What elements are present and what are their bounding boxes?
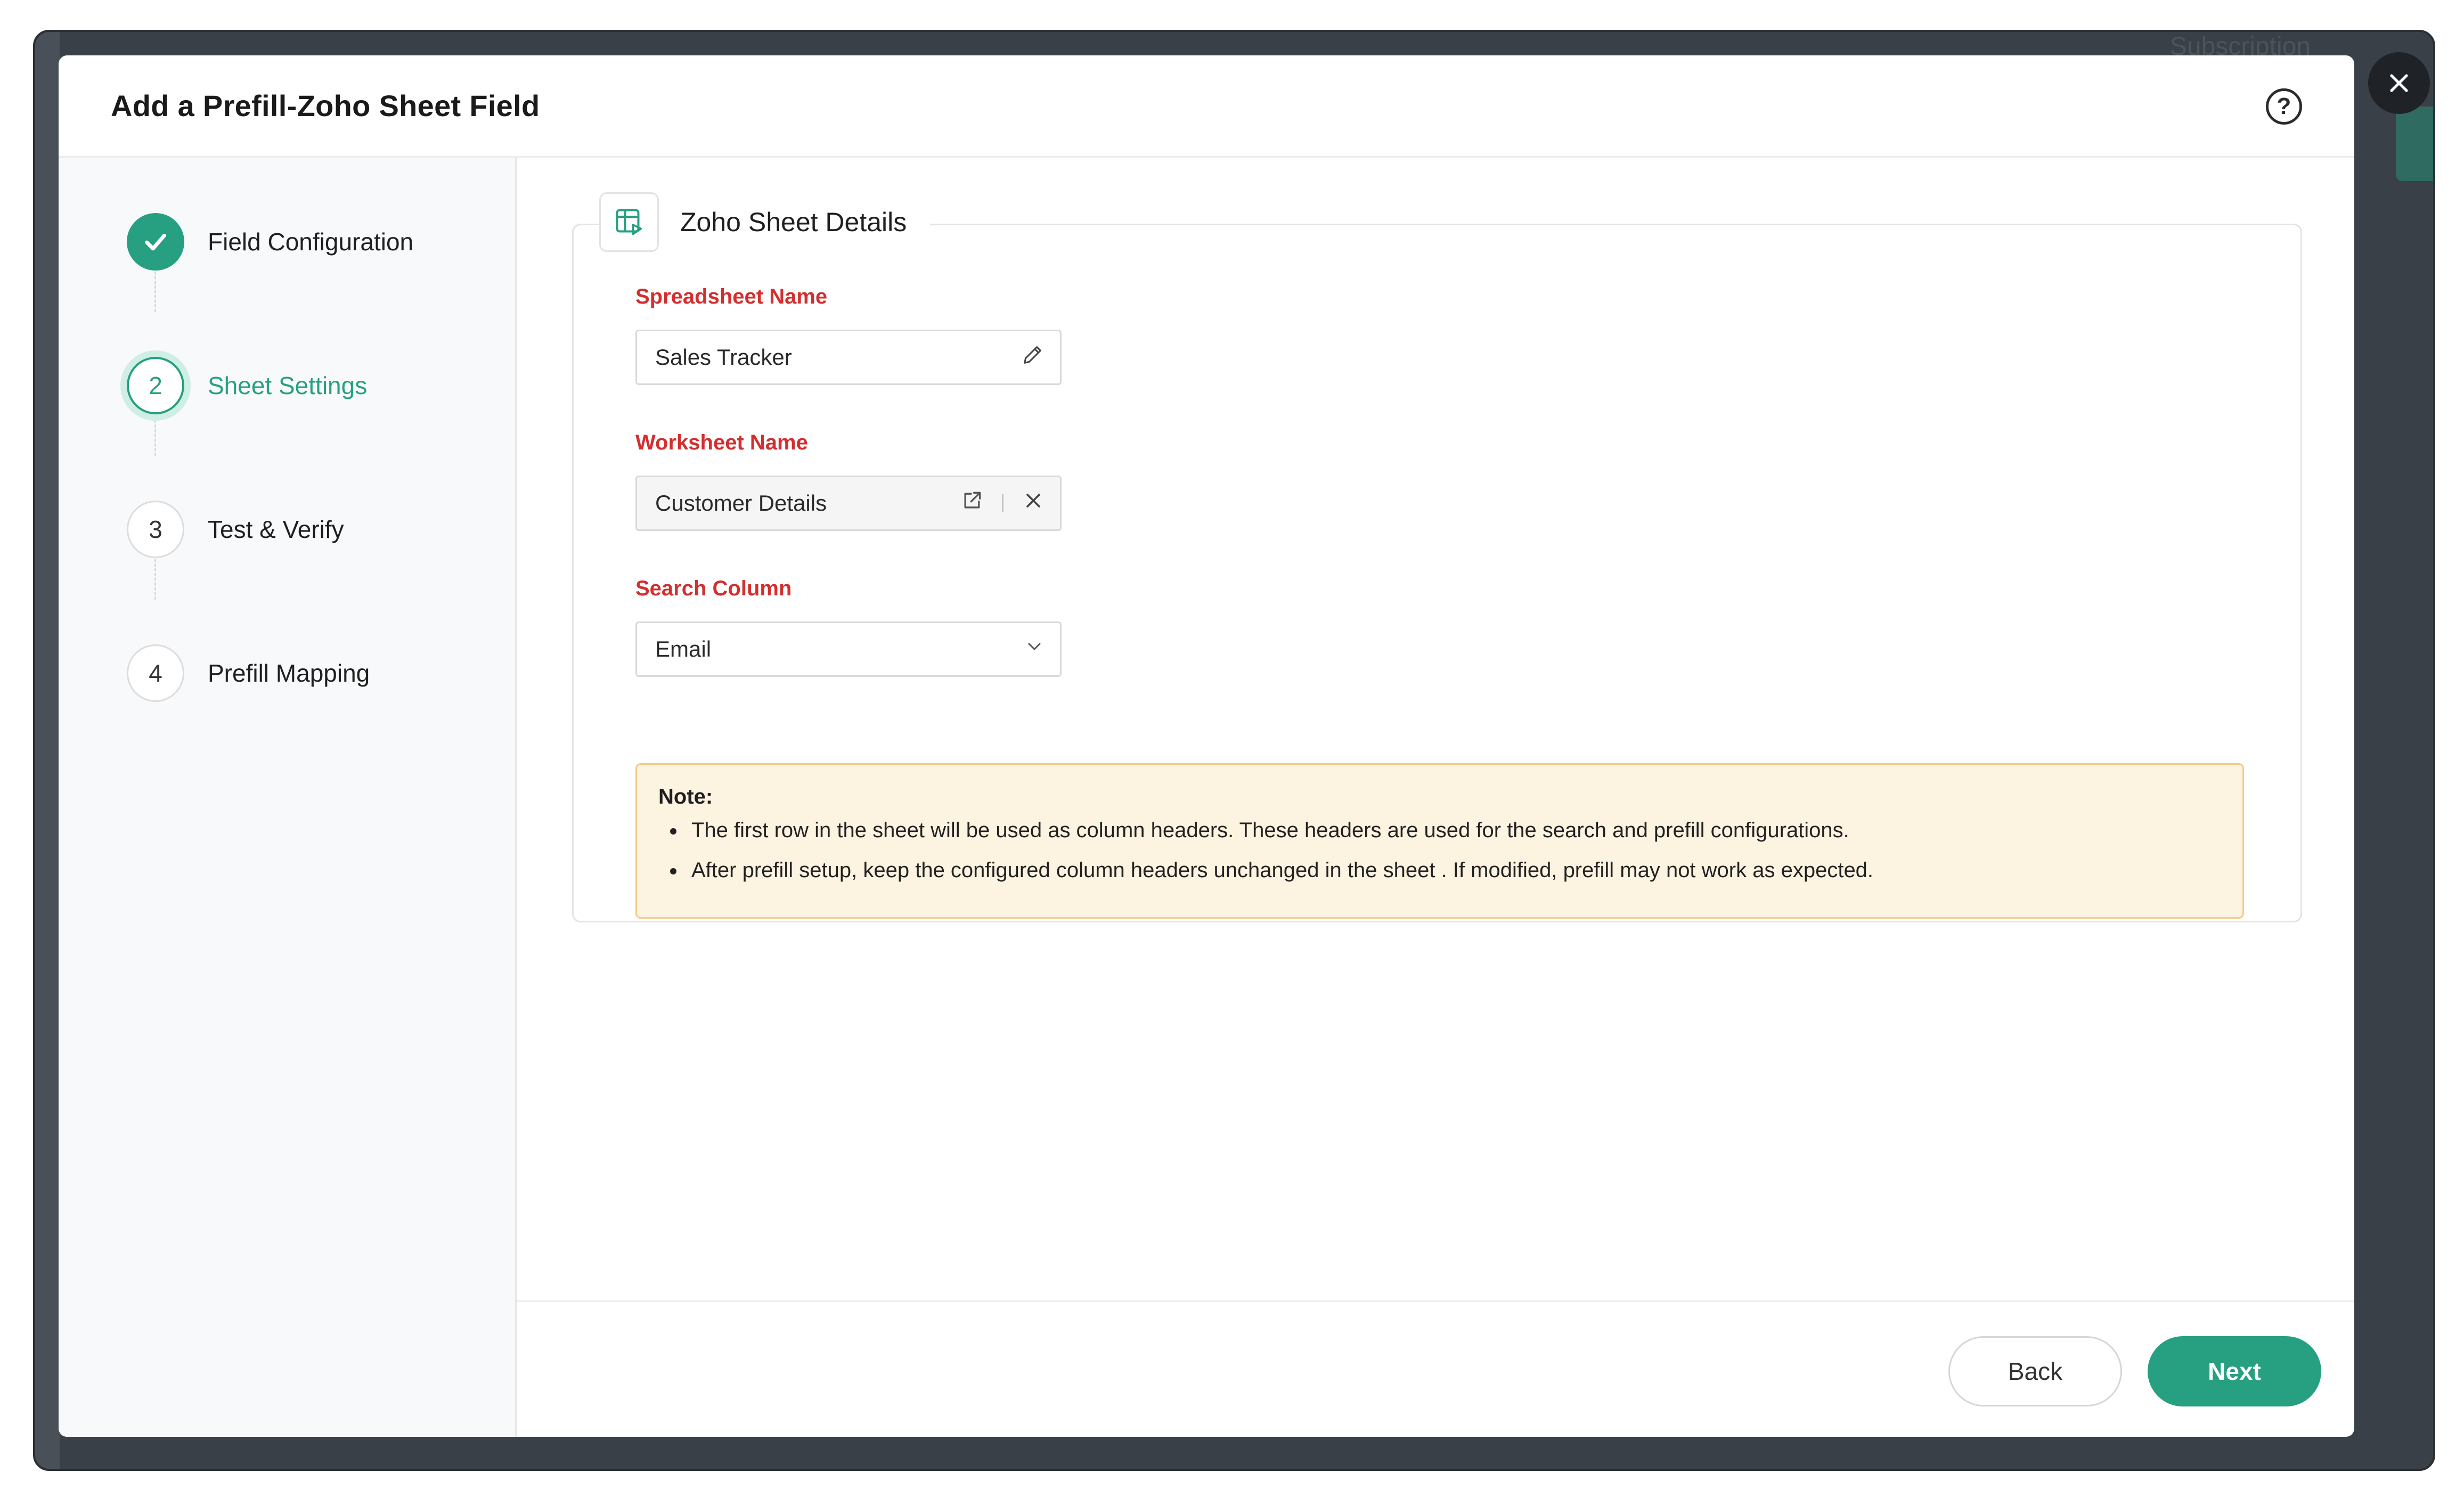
- worksheet-name-field[interactable]: Customer Details: [635, 476, 1062, 531]
- close-icon: [2390, 74, 2408, 92]
- step-prefill-mapping[interactable]: 4 Prefill Mapping: [127, 644, 370, 702]
- worksheet-name-value: Customer Details: [655, 490, 827, 516]
- spreadsheet-name-field[interactable]: Sales Tracker: [635, 330, 1062, 385]
- note-box: Note: The first row in the sheet will be…: [635, 763, 2244, 919]
- help-button[interactable]: ?: [2266, 88, 2302, 125]
- step-test-verify[interactable]: 3 Test & Verify: [127, 501, 344, 558]
- note-title: Note:: [658, 785, 713, 808]
- main-content: Zoho Sheet Details Spreadsheet Name Sale…: [517, 158, 2354, 1300]
- spreadsheet-icon: [599, 192, 659, 252]
- help-icon: ?: [2277, 93, 2291, 119]
- zoho-sheet-details-section: Zoho Sheet Details Spreadsheet Name Sale…: [572, 192, 2302, 922]
- background-accent-button: [2396, 107, 2433, 181]
- note-item: The first row in the sheet will be used …: [658, 819, 2221, 843]
- worksheet-name-label: Worksheet Name: [635, 431, 808, 454]
- spreadsheet-name-value: Sales Tracker: [655, 345, 792, 370]
- search-column-select[interactable]: Email: [635, 621, 1062, 677]
- note-item: After prefill setup, keep the configured…: [658, 858, 2221, 882]
- chevron-down-icon: [1024, 636, 1045, 662]
- section-header: Zoho Sheet Details: [599, 192, 931, 252]
- stepper-panel: Field Configuration 2 Sheet Settings 3 T…: [59, 158, 517, 1437]
- external-link-icon[interactable]: [960, 489, 984, 518]
- step-label: Field Configuration: [208, 228, 414, 256]
- add-prefill-dialog: Add a Prefill-Zoho Sheet Field ? Field C…: [59, 55, 2354, 1437]
- icon-separator: [1002, 494, 1003, 512]
- step-sheet-settings[interactable]: 2 Sheet Settings: [127, 357, 367, 414]
- dialog-header: Add a Prefill-Zoho Sheet Field ?: [59, 55, 2354, 158]
- dialog-title: Add a Prefill-Zoho Sheet Field: [111, 89, 540, 122]
- search-column-label: Search Column: [635, 577, 792, 600]
- step-field-configuration[interactable]: Field Configuration: [127, 213, 413, 271]
- dialog-footer: Back Next: [517, 1300, 2354, 1437]
- step-number: 4: [127, 644, 184, 702]
- step-check-icon: [127, 213, 184, 271]
- spreadsheet-name-label: Spreadsheet Name: [635, 285, 828, 308]
- back-button[interactable]: Back: [1948, 1336, 2122, 1406]
- next-button[interactable]: Next: [2148, 1336, 2321, 1406]
- search-column-value: Email: [655, 636, 712, 661]
- step-label: Test & Verify: [208, 516, 344, 543]
- section-title: Zoho Sheet Details: [680, 207, 907, 237]
- pencil-icon[interactable]: [1021, 342, 1045, 372]
- step-label: Sheet Settings: [208, 372, 368, 399]
- clear-icon[interactable]: [1022, 489, 1045, 518]
- background-sidebar: [35, 32, 60, 1469]
- note-list: The first row in the sheet will be used …: [658, 819, 2221, 882]
- step-number: 2: [127, 357, 184, 414]
- step-label: Prefill Mapping: [208, 659, 370, 687]
- close-dialog-button[interactable]: [2368, 52, 2430, 114]
- step-number: 3: [127, 501, 184, 558]
